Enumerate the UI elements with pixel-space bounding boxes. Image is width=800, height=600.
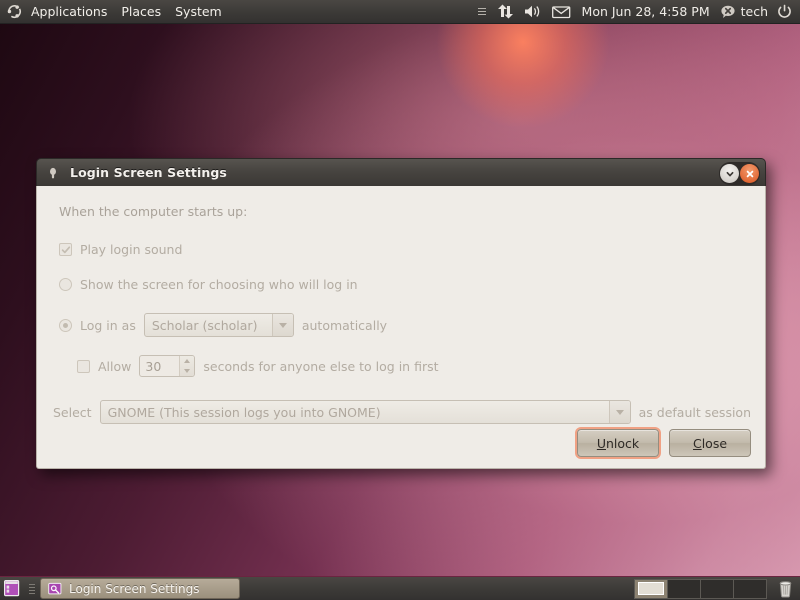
show-chooser-radio[interactable] (59, 278, 72, 291)
login-screen-settings-window: Login Screen Settings When the computer … (36, 158, 766, 469)
chevron-down-icon (726, 171, 733, 176)
ubuntu-logo-icon[interactable] (7, 4, 22, 19)
allow-delay-suffix-label: seconds for anyone else to log in first (203, 358, 439, 374)
auto-login-user-value: Scholar (scholar) (151, 317, 258, 333)
close-x-icon (746, 170, 753, 177)
show-chooser-row[interactable]: Show the screen for choosing who will lo… (59, 277, 751, 292)
task-item-login-screen-settings[interactable]: Login Screen Settings (40, 578, 240, 599)
clock[interactable]: Mon Jun 28, 4:58 PM (576, 4, 716, 19)
auto-login-prefix-label: Log in as (80, 317, 136, 333)
spinner-down-icon[interactable] (184, 369, 191, 373)
chevron-down-icon[interactable] (271, 314, 293, 336)
auto-login-row[interactable]: Log in as Scholar (scholar) automaticall… (59, 313, 751, 337)
workspace-2[interactable] (668, 579, 701, 598)
auto-login-suffix-label: automatically (301, 317, 388, 333)
auto-login-user-combobox[interactable]: Scholar (scholar) (143, 313, 294, 337)
window-titlebar[interactable]: Login Screen Settings (36, 158, 766, 186)
system-menu[interactable]: System (168, 1, 229, 23)
dialog-button-row: Unlock Close (577, 429, 751, 457)
trash-can-icon[interactable] (773, 580, 797, 598)
allow-delay-checkbox[interactable] (77, 359, 90, 373)
close-button-mnemonic: C (692, 435, 702, 451)
bottom-panel: Login Screen Settings (0, 576, 800, 600)
unlock-button-label: nlock (606, 435, 640, 451)
network-up-down-icon[interactable] (492, 1, 519, 23)
default-session-prefix-label: Select (53, 404, 92, 420)
play-login-sound-checkbox[interactable] (59, 243, 72, 256)
radio-selected-dot (63, 322, 68, 328)
window-list: Login Screen Settings (38, 578, 634, 599)
allow-delay-label: Allow (98, 358, 132, 374)
show-desktop-icon[interactable] (2, 579, 26, 599)
chat-offline-icon[interactable] (716, 1, 741, 23)
workspace-3[interactable] (701, 579, 734, 598)
power-button-icon[interactable] (772, 1, 800, 23)
unlock-button-mnemonic: U (596, 435, 606, 451)
top-panel: Applications Places System Mon Jun 28, 4… (0, 0, 800, 24)
window-title: Login Screen Settings (70, 165, 227, 180)
panel-grip-handle[interactable] (29, 581, 35, 597)
username-label[interactable]: tech (741, 4, 772, 19)
allow-delay-row[interactable]: Allow 30 seconds for anyone else to log … (77, 355, 751, 377)
play-login-sound-row[interactable]: Play login sound (59, 242, 751, 257)
task-item-label: Login Screen Settings (69, 581, 200, 596)
delay-seconds-value: 30 (145, 358, 162, 374)
envelope-messaging-icon[interactable] (547, 1, 576, 23)
workspace-switcher[interactable] (634, 578, 767, 599)
unlock-button[interactable]: Unlock (577, 429, 659, 457)
spinner-buttons[interactable] (179, 356, 195, 376)
list-indicator-icon[interactable] (473, 1, 492, 23)
intro-label: When the computer starts up: (59, 204, 248, 219)
check-mark-icon (61, 245, 70, 253)
show-chooser-label: Show the screen for choosing who will lo… (80, 277, 358, 292)
minimize-button[interactable] (720, 164, 739, 183)
default-session-suffix-label: as default session (638, 404, 751, 420)
places-menu[interactable]: Places (114, 1, 168, 23)
delay-seconds-spinner[interactable]: 30 (139, 355, 196, 377)
auto-login-radio[interactable] (59, 318, 72, 332)
chevron-down-icon[interactable] (608, 401, 630, 423)
applications-menu[interactable]: Applications (24, 1, 114, 23)
workspace-4[interactable] (734, 580, 766, 598)
play-login-sound-label: Play login sound (80, 242, 183, 257)
volume-speaker-icon[interactable] (519, 1, 547, 23)
close-button[interactable] (740, 164, 759, 183)
dialog-body: When the computer starts up: Play login … (36, 186, 766, 469)
workspace-window-thumb (638, 582, 664, 595)
login-screen-icon (48, 582, 62, 594)
close-dialog-button-label: lose (701, 435, 728, 451)
default-session-combobox[interactable]: GNOME (This session logs you into GNOME) (99, 400, 631, 424)
close-dialog-button[interactable]: Close (669, 429, 751, 457)
default-session-value: GNOME (This session logs you into GNOME) (107, 404, 381, 420)
window-buttons (719, 162, 760, 185)
default-session-row[interactable]: Select GNOME (This session logs you into… (53, 400, 751, 424)
spinner-up-icon[interactable] (184, 359, 191, 363)
login-screen-icon (45, 165, 61, 181)
workspace-1[interactable] (635, 579, 668, 598)
